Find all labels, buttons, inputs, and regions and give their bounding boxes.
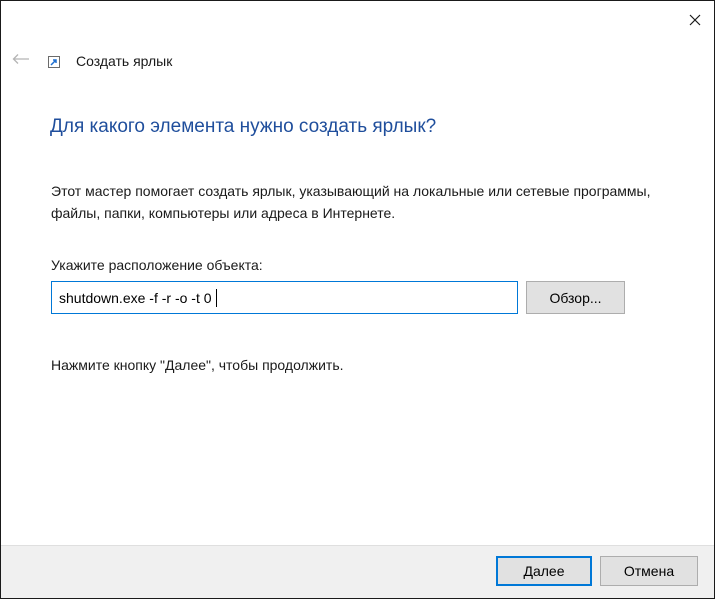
- close-icon: [689, 14, 701, 26]
- location-input[interactable]: shutdown.exe -f -r -o -t 0: [51, 281, 518, 314]
- location-label: Укажите расположение объекта:: [51, 257, 263, 273]
- text-caret: [215, 288, 217, 307]
- shortcut-icon: [48, 56, 60, 68]
- browse-button[interactable]: Обзор...: [526, 281, 625, 314]
- close-button[interactable]: [680, 5, 710, 35]
- cancel-button[interactable]: Отмена: [600, 556, 698, 586]
- back-arrow-icon: [12, 54, 29, 64]
- wizard-description: Этот мастер помогает создать ярлык, указ…: [51, 183, 651, 221]
- create-shortcut-window: Создать ярлык Для какого элемента нужно …: [0, 0, 715, 599]
- dialog-footer: Далее Отмена: [1, 545, 714, 598]
- continue-hint: Нажмите кнопку "Далее", чтобы продолжить…: [51, 357, 344, 373]
- wizard-title: Создать ярлык: [76, 53, 173, 69]
- location-input-value: shutdown.exe -f -r -o -t 0: [59, 289, 212, 306]
- next-button[interactable]: Далее: [496, 556, 592, 586]
- page-heading: Для какого элемента нужно создать ярлык?: [50, 116, 437, 137]
- back-button[interactable]: [9, 47, 33, 71]
